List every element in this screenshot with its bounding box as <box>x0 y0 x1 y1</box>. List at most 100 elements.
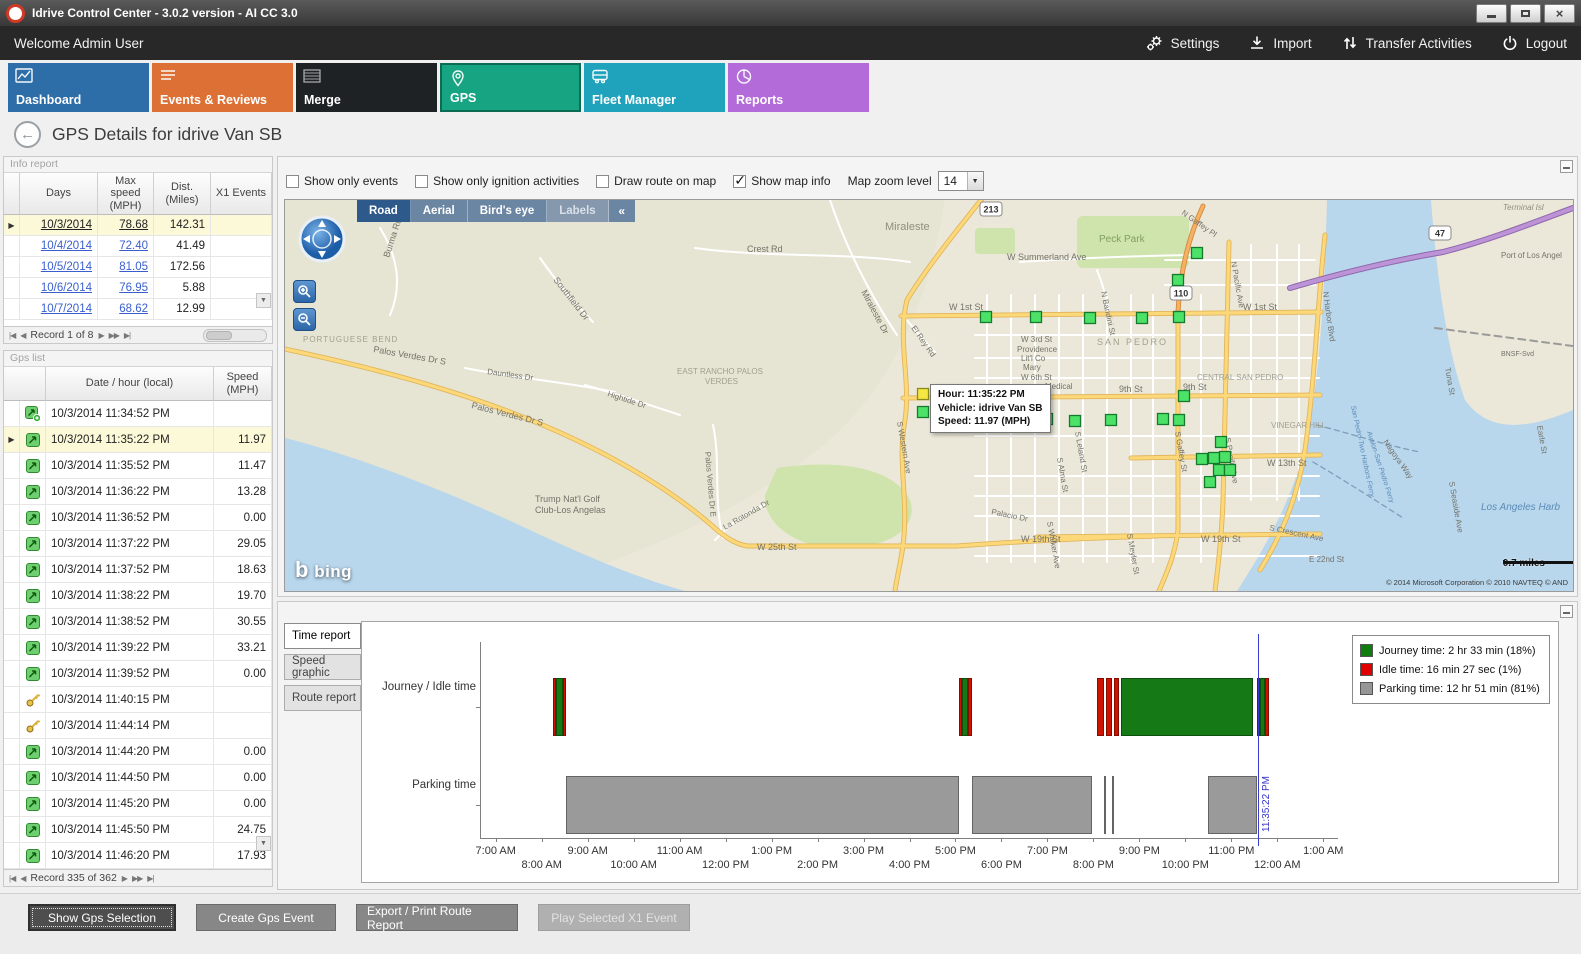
close-button[interactable]: × <box>1544 4 1575 23</box>
gps-list-row[interactable]: 10/3/2014 11:39:22 PM33.21 <box>4 635 272 661</box>
map-zoom-level-select[interactable]: 14▼ <box>938 171 984 191</box>
gps-list-row[interactable]: 10/3/2014 11:34:52 PM <box>4 401 272 427</box>
window-titlebar[interactable]: Idrive Control Center - 3.0.2 version - … <box>0 0 1581 26</box>
checkbox-box[interactable] <box>733 175 746 188</box>
nav-tile-dashboard[interactable]: Dashboard <box>8 63 149 112</box>
gps-list-row[interactable]: 10/3/2014 11:46:20 PM17.93 <box>4 843 272 869</box>
info-report-row[interactable]: 10/5/201481.05172.56 <box>4 257 272 278</box>
gps-list-row[interactable]: 10/3/2014 11:37:22 PM29.05 <box>4 531 272 557</box>
max-speed-link[interactable]: 68.62 <box>119 303 148 315</box>
tab-speed-graphic[interactable]: Speed graphic <box>284 654 361 680</box>
export-print-route-report-button[interactable]: Export / Print Route Report <box>356 904 518 931</box>
day-link[interactable]: 10/5/2014 <box>41 261 92 273</box>
day-link[interactable]: 10/6/2014 <box>41 282 92 294</box>
nav-first-icon[interactable]: |◀ <box>9 331 15 340</box>
info-col-header[interactable]: Max speed (MPH) <box>98 173 154 215</box>
gps-marker[interactable] <box>1085 313 1096 324</box>
info-scroll-down-icon[interactable]: ▼ <box>256 293 271 308</box>
gps-marker[interactable] <box>1197 454 1208 465</box>
nav-tile-reports[interactable]: Reports <box>728 63 869 112</box>
tab-route-report[interactable]: Route report <box>284 685 361 711</box>
nav-next-icon[interactable]: ▶ <box>98 331 103 340</box>
nav-prev-icon[interactable]: ◀ <box>20 331 25 340</box>
gps-marker[interactable] <box>1070 416 1081 427</box>
map-tab-road[interactable]: Road <box>357 200 411 222</box>
gps-list-row[interactable]: 10/3/2014 11:44:50 PM0.00 <box>4 765 272 791</box>
map-zoom-out-button[interactable] <box>293 308 316 331</box>
max-speed-link[interactable]: 81.05 <box>119 261 148 273</box>
info-hscroll-thumb[interactable] <box>206 331 232 340</box>
menu-logout[interactable]: Logout <box>1502 35 1567 51</box>
gps-list-row[interactable]: 10/3/2014 11:45:50 PM24.75 <box>4 817 272 843</box>
gps-list-row[interactable]: 10/3/2014 11:38:22 PM19.70 <box>4 583 272 609</box>
time-cursor-line[interactable] <box>1258 634 1259 846</box>
gps-marker[interactable] <box>1174 415 1185 426</box>
nav-tile-events-reviews[interactable]: Events & Reviews <box>152 63 293 112</box>
gps-marker[interactable] <box>1106 415 1117 426</box>
gps-marker[interactable] <box>1031 312 1042 323</box>
nav-last-icon[interactable]: ▶| <box>147 874 153 883</box>
gps-scroll-down-icon[interactable]: ▼ <box>256 836 271 851</box>
gps-list-row[interactable]: 10/3/2014 11:45:20 PM0.00 <box>4 791 272 817</box>
gps-marker[interactable] <box>1173 275 1184 286</box>
gps-marker[interactable] <box>1205 477 1216 488</box>
checkbox-box[interactable] <box>596 175 609 188</box>
gps-list-row[interactable]: 10/3/2014 11:35:52 PM11.47 <box>4 453 272 479</box>
gps-list-row[interactable]: 10/3/2014 11:38:52 PM30.55 <box>4 609 272 635</box>
gps-marker[interactable] <box>918 407 929 418</box>
back-button[interactable]: ← <box>14 121 41 148</box>
map-tab-bird-s-eye[interactable]: Bird's eye <box>468 200 548 222</box>
chevron-down-icon[interactable]: ▼ <box>967 172 983 190</box>
gps-marker[interactable] <box>1158 414 1169 425</box>
gps-marker[interactable] <box>1216 437 1227 448</box>
gps-marker[interactable] <box>1179 391 1190 402</box>
map-canvas[interactable]: MiralestePeck ParkW Summerland AveCrest … <box>285 200 1573 591</box>
show-gps-selection-button[interactable]: Show Gps Selection <box>28 904 176 931</box>
map-container[interactable]: MiralestePeck ParkW Summerland AveCrest … <box>284 199 1574 592</box>
minimize-button[interactable] <box>1476 4 1507 23</box>
gps-marker[interactable] <box>1174 312 1185 323</box>
gps-marker[interactable] <box>1137 313 1148 324</box>
max-speed-link[interactable]: 78.68 <box>119 219 148 231</box>
gps-list-row[interactable]: 10/3/2014 11:44:14 PM <box>4 713 272 739</box>
day-link[interactable]: 10/7/2014 <box>41 303 92 315</box>
gps-col-header[interactable] <box>4 367 46 401</box>
map-zoom-in-button[interactable] <box>293 280 316 303</box>
map-panel-collapse-icon[interactable] <box>1560 160 1573 173</box>
map-tab-labels[interactable]: Labels <box>547 200 608 222</box>
chart-panel-collapse-icon[interactable] <box>1560 605 1573 618</box>
nav-prev-icon[interactable]: ◀ <box>20 874 25 883</box>
info-report-row[interactable]: 10/6/201476.955.88 <box>4 278 272 299</box>
checkbox-show-only-ignition-activities[interactable]: Show only ignition activities <box>415 174 579 188</box>
nav-tile-merge[interactable]: Merge <box>296 63 437 112</box>
info-hscrollbar[interactable] <box>203 329 267 342</box>
nav-first-icon[interactable]: |◀ <box>9 874 15 883</box>
day-link[interactable]: 10/3/2014 <box>41 219 92 231</box>
menu-import[interactable]: Import <box>1249 35 1311 51</box>
checkbox-box[interactable] <box>415 175 428 188</box>
gps-list-row[interactable]: ▶10/3/2014 11:35:22 PM11.97 <box>4 427 272 453</box>
tab-time-report[interactable]: Time report <box>284 623 361 649</box>
gps-list-row[interactable]: 10/3/2014 11:40:15 PM <box>4 687 272 713</box>
gps-list-row[interactable]: 10/3/2014 11:36:22 PM13.28 <box>4 479 272 505</box>
info-col-header[interactable]: Days <box>20 173 98 215</box>
gps-col-header[interactable]: Speed (MPH) <box>214 367 272 401</box>
info-report-row[interactable]: 10/7/201468.6212.99 <box>4 299 272 320</box>
day-link[interactable]: 10/4/2014 <box>41 240 92 252</box>
gps-list-row[interactable]: 10/3/2014 11:39:52 PM0.00 <box>4 661 272 687</box>
checkbox-box[interactable] <box>286 175 299 188</box>
gps-marker[interactable] <box>1220 452 1231 463</box>
nav-tile-fleet-manager[interactable]: Fleet Manager <box>584 63 725 112</box>
info-col-header[interactable]: Dist. (Miles) <box>154 173 211 215</box>
menu-transfer-activities[interactable]: Transfer Activities <box>1342 35 1472 51</box>
info-report-row[interactable]: ▶10/3/201478.68142.31 <box>4 215 272 236</box>
map-tabs-collapse-button[interactable]: « <box>609 200 635 222</box>
info-col-header[interactable]: X1 Events <box>211 173 272 215</box>
nav-next-icon[interactable]: ▶ <box>122 874 127 883</box>
maximize-button[interactable] <box>1510 4 1541 23</box>
checkbox-show-only-events[interactable]: Show only events <box>286 174 398 188</box>
checkbox-draw-route-on-map[interactable]: Draw route on map <box>596 174 716 188</box>
max-speed-link[interactable]: 72.40 <box>119 240 148 252</box>
gps-list-row[interactable]: 10/3/2014 11:36:52 PM0.00 <box>4 505 272 531</box>
nav-tile-gps[interactable]: GPS <box>440 63 581 112</box>
